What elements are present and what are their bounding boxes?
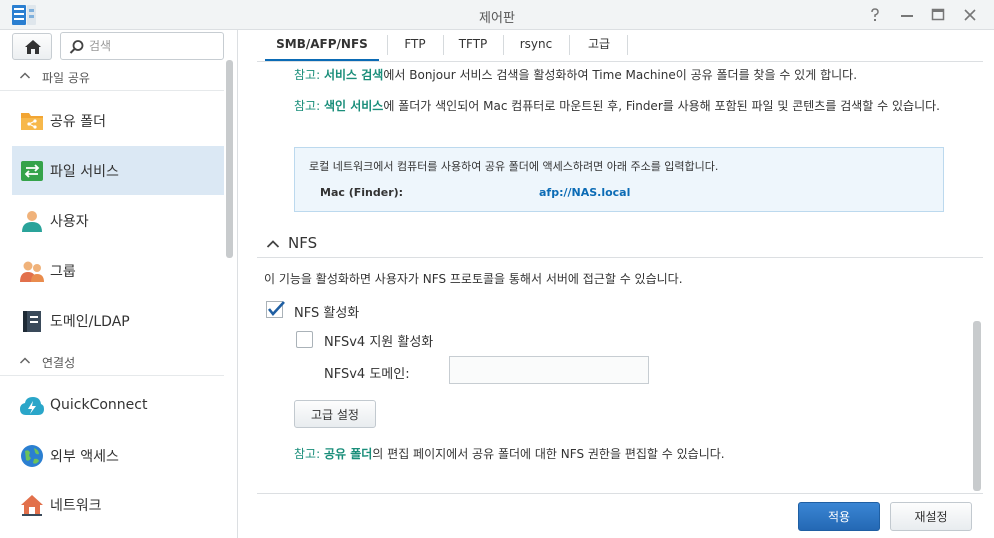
sidebar-item-label: 네트워크	[50, 498, 102, 514]
tab-divider	[387, 35, 388, 55]
nfsv4-domain-label: NFSv4 도메인:	[324, 367, 410, 382]
tab-rsync[interactable]: rsync	[511, 30, 561, 61]
user-icon	[19, 208, 45, 234]
reset-button[interactable]: 재설정	[890, 502, 972, 531]
tab-smb-afp-nfs[interactable]: SMB/AFP/NFS	[265, 30, 379, 61]
sidebar-item-label: 공유 폴더	[50, 114, 106, 130]
chevron-up-icon	[19, 357, 31, 364]
tab-bar: SMB/AFP/NFS FTP TFTP rsync 고급	[257, 30, 983, 62]
sidebar-item-user[interactable]: 사용자	[12, 196, 224, 245]
note-link-service-discovery[interactable]: 서비스 검색	[324, 68, 383, 82]
note-prefix: 참고:	[294, 447, 321, 461]
settings-content: 참고: 서비스 검색에서 Bonjour 서비스 검색을 활성화하여 Time …	[257, 63, 983, 493]
network-icon	[19, 492, 45, 518]
external-access-icon	[19, 443, 45, 469]
nfsv4-enable-label[interactable]: NFSv4 지원 활성화	[324, 331, 433, 350]
note-bonjour: 참고: 서비스 검색에서 Bonjour 서비스 검색을 활성화하여 Time …	[294, 65, 857, 86]
tab-divider	[503, 35, 504, 55]
apply-button[interactable]: 적용	[798, 502, 880, 531]
section-header-file-sharing[interactable]: 파일 공유	[0, 63, 224, 91]
note-text-cont: 니다.	[914, 99, 940, 113]
section-header-connectivity[interactable]: 연결성	[0, 348, 224, 376]
sidebar: 파일 공유 공유 폴더 파일 서비스	[0, 30, 238, 538]
info-key-mac-finder: Mac (Finder):	[320, 186, 404, 199]
nfs-enable-checkbox[interactable]	[266, 301, 285, 318]
chevron-up-icon	[19, 72, 31, 79]
group-icon	[19, 258, 45, 284]
sidebar-item-label: 파일 서비스	[50, 164, 119, 180]
sidebar-item-external-access[interactable]: 외부 액세스	[12, 431, 224, 480]
note-text: 의 편집 페이지에서 공유 폴더에 대한 NFS 권한을 편집할 수 있습니다.	[372, 447, 725, 461]
nfs-enable-label[interactable]: NFS 활성화	[294, 302, 359, 321]
tab-tftp[interactable]: TFTP	[451, 30, 495, 61]
section-label: 연결성	[42, 356, 76, 370]
nfs-section-title: NFS	[288, 234, 318, 252]
advanced-settings-button[interactable]: 고급 설정	[294, 400, 376, 428]
minimize-icon[interactable]	[897, 5, 917, 25]
home-button[interactable]	[12, 33, 52, 60]
window-title: 제어판	[479, 11, 515, 26]
sidebar-item-file-services[interactable]: 파일 서비스	[12, 146, 224, 195]
note-prefix: 참고:	[294, 99, 321, 113]
quickconnect-icon	[19, 394, 45, 420]
sidebar-item-label: 외부 액세스	[50, 449, 119, 465]
sidebar-item-shared-folder[interactable]: 공유 폴더	[12, 96, 224, 145]
sidebar-item-domain-ldap[interactable]: 도메인/LDAP	[12, 296, 224, 345]
note-link-indexing-service[interactable]: 색인 서비스	[324, 99, 383, 113]
tab-divider	[627, 35, 628, 55]
home-icon	[25, 40, 41, 54]
info-description: 로컬 네트워크에서 컴퓨터를 사용하여 공유 폴더에 액세스하려면 아래 주소를…	[309, 160, 719, 173]
close-icon[interactable]	[960, 5, 980, 25]
note-indexing: 참고: 색인 서비스에 폴더가 색인되어 Mac 컴퓨터로 마운트된 후, Fi…	[294, 96, 979, 117]
note-text: 에서 Bonjour 서비스 검색을 활성화하여 Time Machine이 공…	[383, 68, 858, 82]
file-services-icon	[19, 158, 45, 184]
sidebar-item-label: 도메인/LDAP	[50, 314, 130, 330]
sidebar-item-label: 사용자	[50, 214, 89, 230]
sidebar-scrollbar[interactable]	[226, 60, 233, 258]
content-scrollbar[interactable]	[973, 321, 981, 491]
domain-ldap-icon	[19, 308, 45, 334]
sidebar-item-group[interactable]: 그룹	[12, 246, 224, 295]
note-prefix: 참고:	[294, 68, 321, 82]
tab-divider	[569, 35, 570, 55]
info-value-afp-address: afp://NAS.local	[539, 186, 631, 199]
help-icon[interactable]	[865, 5, 885, 25]
chevron-up-icon	[266, 240, 280, 248]
maximize-icon[interactable]	[928, 5, 948, 25]
search-input[interactable]	[89, 37, 217, 55]
section-label: 파일 공유	[42, 71, 90, 85]
nfs-section-header[interactable]: NFS	[257, 230, 983, 258]
afp-address-info-box: 로컬 네트워크에서 컴퓨터를 사용하여 공유 폴더에 액세스하려면 아래 주소를…	[294, 147, 944, 212]
tab-advanced[interactable]: 고급	[577, 30, 621, 61]
note-link-shared-folder[interactable]: 공유 폴더	[324, 447, 372, 461]
checkmark-icon	[266, 301, 285, 318]
title-bar: 제어판	[0, 0, 994, 30]
nfsv4-enable-checkbox[interactable]	[296, 331, 313, 348]
sidebar-item-label: QuickConnect	[50, 397, 148, 413]
footer-bar: 적용 재설정	[257, 493, 983, 538]
nfs-description: 이 기능을 활성화하면 사용자가 NFS 프로토콜을 통해서 서버에 접근할 수…	[264, 272, 683, 286]
tab-ftp[interactable]: FTP	[395, 30, 435, 61]
note-nfs-permissions: 참고: 공유 폴더의 편집 페이지에서 공유 폴더에 대한 NFS 권한을 편집…	[294, 444, 725, 465]
nfsv4-domain-input[interactable]	[449, 356, 649, 384]
sidebar-item-label: 그룹	[50, 264, 76, 280]
note-text: 에 폴더가 색인되어 Mac 컴퓨터로 마운트된 후, Finder를 사용해 …	[383, 99, 915, 113]
tab-divider	[443, 35, 444, 55]
sidebar-search[interactable]	[60, 32, 224, 60]
sidebar-item-network[interactable]: 네트워크	[12, 480, 224, 529]
shared-folder-icon	[19, 108, 45, 134]
search-icon	[69, 40, 84, 54]
sidebar-item-quickconnect[interactable]: QuickConnect	[12, 382, 224, 431]
